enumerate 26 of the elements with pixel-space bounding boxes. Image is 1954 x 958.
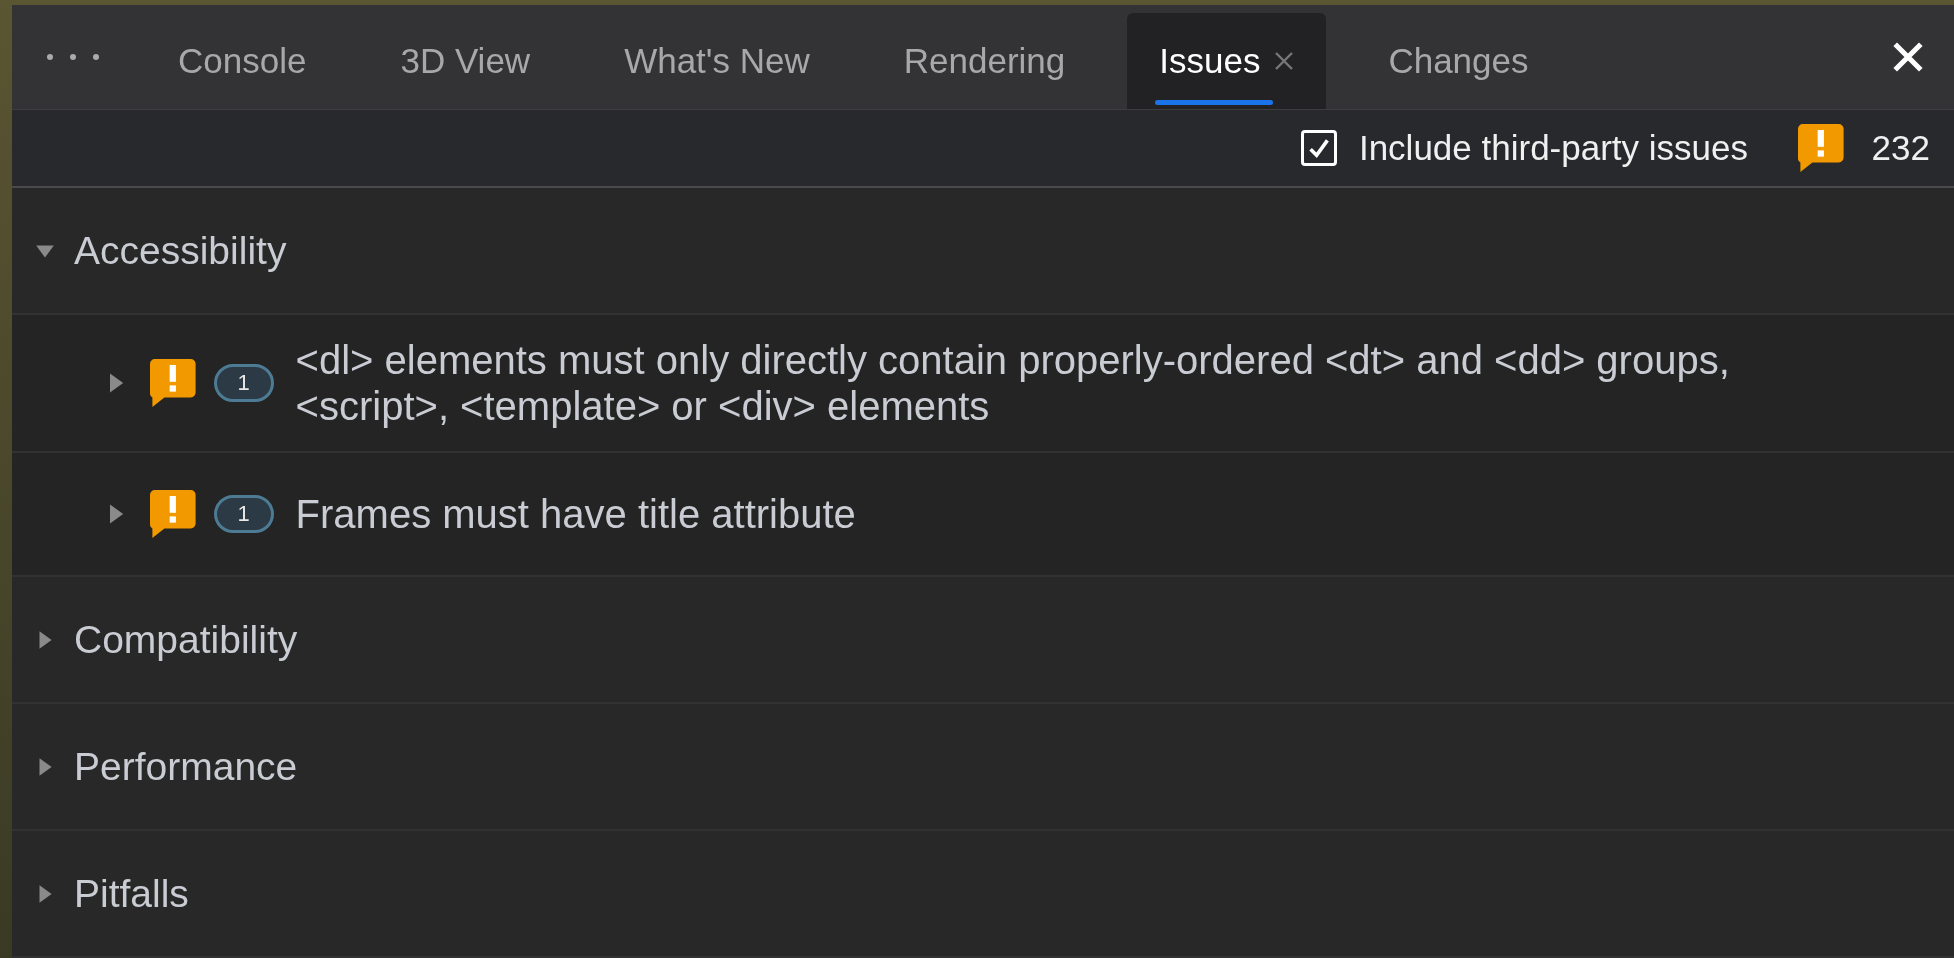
issue-row[interactable]: 1 <dl> elements must only directly contain properly-ordered <dt> and <dd> groups, <script>, <template> or <div> elements: [12, 315, 1954, 453]
issue-count-badge: 1: [213, 495, 274, 533]
section-title: Accessibility: [74, 228, 287, 273]
more-icon: [46, 53, 100, 61]
warning-icon: [150, 490, 196, 538]
section-header[interactable]: Pitfalls: [12, 831, 1954, 958]
section-title: Performance: [74, 744, 298, 789]
issue-count: 232: [1871, 128, 1930, 168]
warning-icon: [1798, 124, 1844, 172]
tab[interactable]: Rendering: [871, 13, 1098, 109]
section-header[interactable]: Compatibility: [12, 577, 1954, 704]
issue-title: Frames must have title attribute: [295, 491, 857, 537]
tab[interactable]: 3D View: [368, 13, 563, 109]
issue-count-badge: 1: [213, 364, 274, 402]
tab[interactable]: Changes: [1356, 13, 1561, 109]
tab[interactable]: Issues: [1127, 13, 1327, 109]
tab[interactable]: What's New: [592, 13, 842, 109]
tab[interactable]: Console: [146, 13, 339, 109]
section-header[interactable]: Performance: [12, 704, 1954, 831]
close-button[interactable]: [1892, 41, 1924, 73]
warning-icon: [150, 359, 196, 407]
issue-row[interactable]: 1 Frames must have title attribute: [12, 453, 1954, 577]
close-tab-icon[interactable]: [1274, 51, 1295, 71]
issue-title: <dl> elements must only directly contain properly-ordered <dt> and <dd> groups, <script>, <template> or <div> elements: [295, 337, 1731, 429]
section-title: Pitfalls: [74, 871, 189, 916]
section-title: Compatibility: [74, 617, 298, 662]
